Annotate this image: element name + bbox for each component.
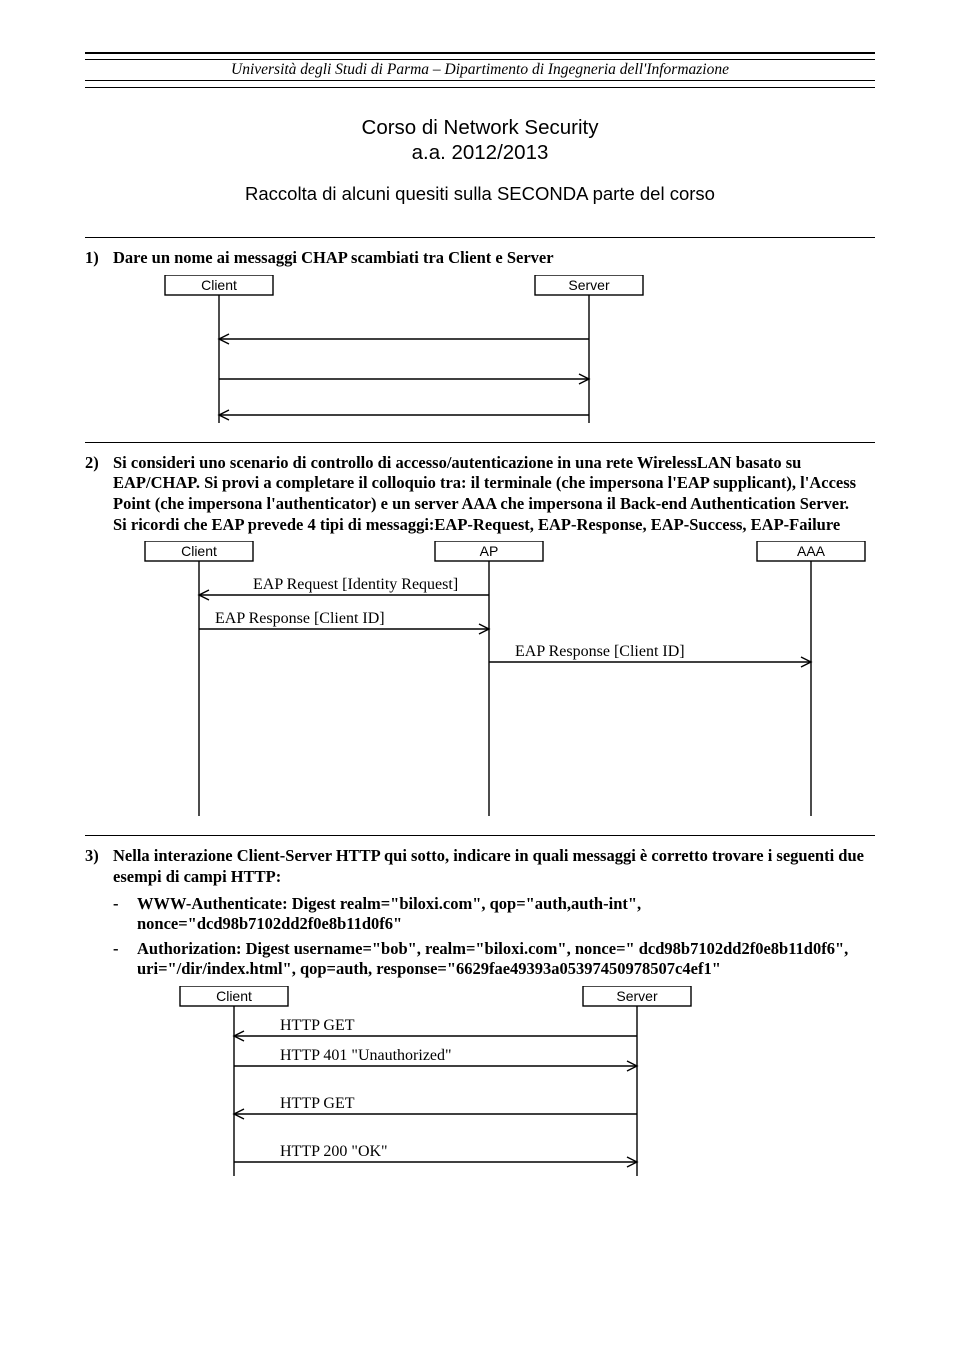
divider	[85, 237, 875, 238]
svg-text:HTTP 401 "Unauthorized": HTTP 401 "Unauthorized"	[280, 1047, 452, 1064]
diagram-svg: Client Server HTTP GET HTTP 401 "Unautho…	[85, 986, 875, 1176]
page-header: Università degli Studi di Parma – Dipart…	[85, 56, 875, 84]
divider	[85, 835, 875, 836]
sequence-diagram-chap: Client Server	[85, 275, 875, 428]
svg-text:Server: Server	[616, 988, 658, 1004]
svg-text:HTTP GET: HTTP GET	[280, 1017, 355, 1034]
svg-text:HTTP GET: HTTP GET	[280, 1095, 355, 1112]
question-3: 3) Nella interazione Client-Server HTTP …	[85, 846, 875, 1181]
sequence-diagram-http: Client Server HTTP GET HTTP 401 "Unautho…	[85, 986, 875, 1181]
svg-text:Client: Client	[216, 988, 252, 1004]
divider	[85, 442, 875, 443]
svg-text:EAP Request [Identity Request]: EAP Request [Identity Request]	[253, 576, 458, 593]
bullet-text: WWW-Authenticate: Digest realm="biloxi.c…	[137, 894, 875, 935]
title-line-2: a.a. 2012/2013	[85, 141, 875, 166]
bullet-item: - Authorization: Digest username="bob", …	[113, 939, 875, 980]
bullet-dash: -	[113, 939, 137, 959]
document-subtitle: Raccolta di alcuni quesiti sulla SECONDA…	[85, 183, 875, 205]
question-2: 2) Si consideri uno scenario di controll…	[85, 453, 875, 822]
course-title: Corso di Network Security a.a. 2012/2013	[85, 116, 875, 165]
header-text: Università degli Studi di Parma – Dipart…	[85, 59, 875, 81]
question-text: Nella interazione Client-Server HTTP qui…	[113, 846, 875, 887]
svg-text:EAP Response [Client ID]: EAP Response [Client ID]	[515, 643, 685, 660]
question-number: 1)	[85, 248, 113, 268]
svg-text:AP: AP	[480, 543, 499, 559]
svg-text:HTTP 200 "OK": HTTP 200 "OK"	[280, 1143, 388, 1160]
title-line-1: Corso di Network Security	[85, 116, 875, 141]
question-number: 2)	[85, 453, 113, 473]
question-number: 3)	[85, 846, 113, 866]
diagram-svg: Client Server	[85, 275, 875, 423]
svg-text:AAA: AAA	[797, 543, 826, 559]
sequence-diagram-eap: Client AP AAA EAP Request [Identity Requ…	[85, 541, 875, 821]
bullet-text: Authorization: Digest username="bob", re…	[137, 939, 875, 980]
question-text: Si consideri uno scenario di controllo d…	[113, 453, 875, 536]
bullet-dash: -	[113, 894, 137, 914]
question-1: 1) Dare un nome ai messaggi CHAP scambia…	[85, 248, 875, 428]
svg-text:Client: Client	[181, 543, 217, 559]
question-text: Dare un nome ai messaggi CHAP scambiati …	[113, 248, 875, 269]
svg-text:Client: Client	[201, 277, 237, 293]
svg-text:EAP Response [Client ID]: EAP Response [Client ID]	[215, 610, 385, 627]
bullet-item: - WWW-Authenticate: Digest realm="biloxi…	[113, 894, 875, 935]
svg-text:Server: Server	[568, 277, 610, 293]
diagram-svg: Client AP AAA EAP Request [Identity Requ…	[85, 541, 875, 816]
